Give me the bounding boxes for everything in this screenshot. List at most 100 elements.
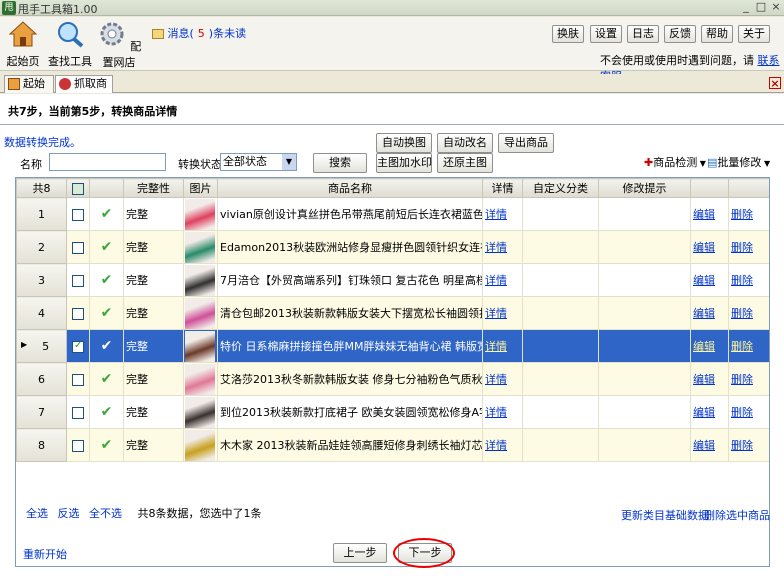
edit-link[interactable]: 编辑	[693, 373, 715, 386]
tab-grab-products[interactable]: 抓取商品	[55, 75, 113, 106]
row-edit-cell[interactable]: 编辑	[690, 197, 729, 231]
product-thumbnail[interactable]	[185, 297, 215, 329]
table-row[interactable]: 8 ✔ 完整木木家 2013秋装新品娃娃领高腰短修身刺绣长袖灯芯绒连衣裙详情 编辑 删除	[16, 428, 769, 462]
row-edit-cell[interactable]: 编辑	[690, 428, 729, 462]
update-category-link[interactable]: 更新类目基础数据	[621, 507, 709, 523]
detail-link[interactable]: 详情	[485, 208, 507, 221]
edit-link[interactable]: 编辑	[693, 340, 715, 353]
log-button[interactable]: 日志	[627, 25, 659, 43]
row-category-cell[interactable]	[522, 428, 599, 462]
home-tool[interactable]: 起始页	[6, 20, 40, 69]
table-row[interactable]: 7 ✔ 完整到位2013秋装新款打底裙子 欧美女装圆领宽松修身A字裙连衣...详情 编…	[16, 395, 769, 429]
row-image-cell[interactable]	[183, 329, 218, 363]
row-checkbox[interactable]	[72, 307, 84, 320]
delete-selected-link[interactable]: 删除选中商品	[704, 507, 770, 523]
row-checkbox[interactable]	[72, 340, 84, 353]
row-delete-cell[interactable]: 删除	[728, 329, 769, 363]
detail-link[interactable]: 详情	[485, 406, 507, 419]
delete-link[interactable]: 删除	[731, 274, 753, 287]
delete-link[interactable]: 删除	[731, 340, 753, 353]
row-checkbox-cell[interactable]	[66, 230, 90, 264]
row-category-cell[interactable]	[522, 329, 599, 363]
row-checkbox[interactable]	[72, 274, 84, 287]
config-store-tool[interactable]: 配置网店	[96, 20, 142, 70]
row-delete-cell[interactable]: 删除	[728, 230, 769, 264]
row-edit-cell[interactable]: 编辑	[690, 296, 729, 330]
table-row[interactable]: ▶5 ✔ 完整特价 日系棉麻拼接撞色胖MM胖妹妹无袖背心裙 韩版宽松大码...详情 编…	[16, 329, 769, 363]
row-checkbox-cell[interactable]	[66, 263, 90, 297]
row-delete-cell[interactable]: 删除	[728, 362, 769, 396]
delete-link[interactable]: 删除	[731, 439, 753, 452]
row-checkbox-cell[interactable]	[66, 395, 90, 429]
row-delete-cell[interactable]: 删除	[728, 395, 769, 429]
product-detect-menu[interactable]: ✚商品检测 ▼	[644, 154, 706, 170]
watermark-button[interactable]: 主图加水印	[376, 153, 432, 173]
restore-image-button[interactable]: 还原主图	[437, 153, 493, 173]
row-edit-cell[interactable]: 编辑	[690, 263, 729, 297]
delete-link[interactable]: 删除	[731, 208, 753, 221]
row-checkbox-cell[interactable]	[66, 329, 90, 363]
chevron-down-icon[interactable]: ▼	[282, 154, 296, 170]
delete-link[interactable]: 删除	[731, 307, 753, 320]
find-tool[interactable]: 查找工具	[48, 20, 92, 69]
row-detail-cell[interactable]: 详情	[482, 329, 523, 363]
row-category-cell[interactable]	[522, 362, 599, 396]
table-row[interactable]: 1 ✔ 完整 vivian原创设计真丝拼色吊带燕尾前短后长连衣裙蓝色柠檬黄2...详情…	[16, 197, 769, 231]
row-image-cell[interactable]	[183, 263, 218, 297]
row-image-cell[interactable]	[183, 362, 218, 396]
row-detail-cell[interactable]: 详情	[482, 263, 523, 297]
row-delete-cell[interactable]: 删除	[728, 197, 769, 231]
select-none-link[interactable]: 全不选	[89, 507, 122, 520]
help-button[interactable]: 帮助	[701, 25, 733, 43]
row-delete-cell[interactable]: 删除	[728, 428, 769, 462]
row-detail-cell[interactable]: 详情	[482, 395, 523, 429]
edit-link[interactable]: 编辑	[693, 406, 715, 419]
detail-link[interactable]: 详情	[485, 307, 507, 320]
row-image-cell[interactable]	[183, 395, 218, 429]
tab-start-page[interactable]: 起始页	[4, 75, 54, 106]
name-input[interactable]	[49, 153, 166, 171]
invert-selection-link[interactable]: 反选	[58, 507, 80, 520]
about-button[interactable]: 关于	[738, 25, 770, 43]
product-thumbnail[interactable]	[185, 363, 215, 395]
edit-link[interactable]: 编辑	[693, 439, 715, 452]
row-checkbox-cell[interactable]	[66, 362, 90, 396]
row-edit-cell[interactable]: 编辑	[690, 395, 729, 429]
row-image-cell[interactable]	[183, 428, 218, 462]
batch-edit-menu[interactable]: ▤批量修改 ▼	[707, 154, 770, 170]
table-row[interactable]: 4 ✔ 完整清仓包邮2013秋装新款韩版女装大下摆宽松长袖圆领打底裙连...详情 编辑…	[16, 296, 769, 330]
auto-image-button[interactable]: 自动换图	[376, 133, 432, 153]
product-thumbnail[interactable]	[185, 330, 215, 362]
row-checkbox-cell[interactable]	[66, 428, 90, 462]
row-detail-cell[interactable]: 详情	[482, 230, 523, 264]
row-checkbox[interactable]	[72, 241, 84, 254]
detail-link[interactable]: 详情	[485, 439, 507, 452]
delete-link[interactable]: 删除	[731, 373, 753, 386]
product-thumbnail[interactable]	[185, 264, 215, 296]
row-edit-cell[interactable]: 编辑	[690, 230, 729, 264]
row-checkbox[interactable]	[72, 373, 84, 386]
product-thumbnail[interactable]	[185, 231, 215, 263]
col-select-header[interactable]	[66, 178, 90, 198]
message-notice[interactable]: 消息(5)条未读	[152, 25, 246, 41]
minimize-button[interactable]: _	[738, 0, 754, 15]
row-delete-cell[interactable]: 删除	[728, 296, 769, 330]
row-category-cell[interactable]	[522, 230, 599, 264]
edit-link[interactable]: 编辑	[693, 274, 715, 287]
row-delete-cell[interactable]: 删除	[728, 263, 769, 297]
row-category-cell[interactable]	[522, 263, 599, 297]
close-window-button[interactable]: ×	[768, 0, 784, 15]
export-products-button[interactable]: 导出商品	[498, 133, 554, 153]
settings-button[interactable]: 设置	[590, 25, 622, 43]
feedback-button[interactable]: 反馈	[664, 25, 696, 43]
close-tab-icon[interactable]: ×	[769, 77, 781, 89]
row-image-cell[interactable]	[183, 197, 218, 231]
row-checkbox[interactable]	[72, 439, 84, 452]
row-detail-cell[interactable]: 详情	[482, 362, 523, 396]
skin-button[interactable]: 换肤	[552, 25, 584, 43]
select-all-checkbox[interactable]	[72, 182, 84, 195]
row-checkbox-cell[interactable]	[66, 197, 90, 231]
row-detail-cell[interactable]: 详情	[482, 197, 523, 231]
row-checkbox-cell[interactable]	[66, 296, 90, 330]
detail-link[interactable]: 详情	[485, 340, 507, 353]
